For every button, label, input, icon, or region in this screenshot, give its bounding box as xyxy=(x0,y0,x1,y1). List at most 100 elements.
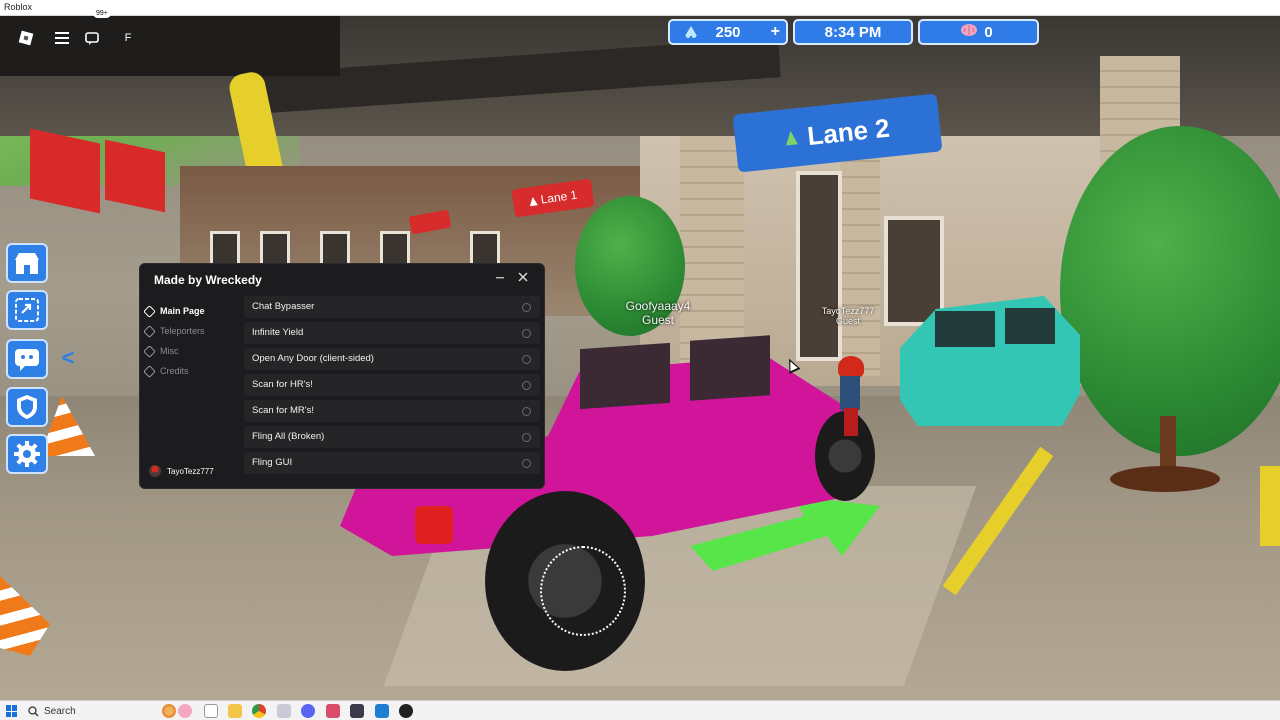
lane-1-label: Lane 1 xyxy=(539,187,579,207)
nav-main-page[interactable]: Main Page xyxy=(143,303,233,319)
open-any-door-button[interactable]: Open Any Door (client-sided) xyxy=(244,348,540,370)
scenery-awning xyxy=(30,128,100,214)
emote-button[interactable] xyxy=(6,339,48,379)
collapse-menu-button[interactable]: < xyxy=(56,347,80,369)
diamond-icon xyxy=(143,364,156,378)
panel-title: Made by Wreckedy xyxy=(154,273,262,287)
button-label: Open Any Door (client-sided) xyxy=(252,353,374,364)
gear-icon xyxy=(14,441,40,467)
diamond-icon xyxy=(143,344,156,358)
script-button-list: Chat Bypasser Infinite Yield Open Any Do… xyxy=(244,296,542,484)
clock-display: 8:34 PM xyxy=(793,19,913,45)
chat-badge: 99+ xyxy=(93,9,111,18)
settings-button[interactable] xyxy=(6,434,48,474)
hamburger-icon xyxy=(55,32,69,44)
widget-icon[interactable] xyxy=(162,704,176,718)
window-title: Roblox xyxy=(4,2,33,12)
diamond-icon xyxy=(143,324,156,338)
fling-all-button[interactable]: Fling All (Broken) xyxy=(244,426,540,448)
close-button[interactable] xyxy=(516,271,530,285)
panel-header[interactable]: Made by Wreckedy xyxy=(140,264,546,294)
button-label: Chat Bypasser xyxy=(252,301,315,312)
avatar-body xyxy=(840,376,860,410)
jeep-window xyxy=(690,335,770,401)
panel-sidebar: Main Page Teleporters Misc Credits TayoT… xyxy=(140,294,237,489)
minimize-button[interactable] xyxy=(493,271,507,285)
app-icon[interactable] xyxy=(326,704,340,718)
chat-face-icon xyxy=(15,349,39,371)
nav-label: Teleporters xyxy=(160,326,205,336)
discord-icon[interactable] xyxy=(301,704,315,718)
tap-icon xyxy=(522,381,531,390)
shortcut-icon xyxy=(15,298,39,322)
scenery-lane-line xyxy=(1260,466,1280,546)
arrow-up-icon xyxy=(784,130,799,146)
tap-icon xyxy=(522,407,531,416)
roblox-taskbar-icon[interactable] xyxy=(399,704,413,718)
window-titlebar: Roblox xyxy=(0,0,1280,16)
scenery-awning xyxy=(105,139,165,213)
scenery-door xyxy=(796,171,842,361)
button-label: Scan for MR's! xyxy=(252,405,314,416)
button-label: Fling All (Broken) xyxy=(252,431,325,442)
app-icon[interactable] xyxy=(350,704,364,718)
close-icon xyxy=(518,272,528,282)
teal-car-window xyxy=(935,311,995,347)
button-label: Infinite Yield xyxy=(252,327,304,338)
fling-gui-button[interactable]: Fling GUI xyxy=(244,452,540,474)
scan-mr-button[interactable]: Scan for MR's! xyxy=(244,400,540,422)
player-avatar[interactable] xyxy=(830,356,870,436)
widget-icon[interactable] xyxy=(178,704,192,718)
player-role: Guest xyxy=(835,316,860,326)
diamond-icon xyxy=(143,304,156,318)
button-label: Fling GUI xyxy=(252,457,293,468)
chat-bypasser-button[interactable]: Chat Bypasser xyxy=(244,296,540,318)
windows-start-icon[interactable] xyxy=(6,705,18,717)
brains-value: 0 xyxy=(984,23,993,41)
chat-button[interactable] xyxy=(78,24,106,52)
player-nametag: TayoTezz777 Guest xyxy=(810,306,886,326)
nav-teleporters[interactable]: Teleporters xyxy=(143,323,233,339)
file-explorer-icon[interactable] xyxy=(228,704,242,718)
user-info: TayoTezz777 xyxy=(149,463,235,479)
player-name: Goofyaaay4 xyxy=(625,299,691,313)
tap-icon xyxy=(522,355,531,364)
currency-counter: 250 + xyxy=(668,19,788,45)
nav-label: Misc xyxy=(160,346,179,356)
brains-counter: 0 xyxy=(918,19,1039,45)
windows-taskbar: Search xyxy=(0,700,1280,720)
hamburger-menu-button[interactable] xyxy=(48,24,76,52)
nav-label: Credits xyxy=(160,366,189,376)
tap-icon xyxy=(522,459,531,468)
minimize-icon xyxy=(496,277,504,279)
clock-time: 8:34 PM xyxy=(824,23,882,41)
scan-hr-button[interactable]: Scan for HR's! xyxy=(244,374,540,396)
taskbar-search[interactable]: Search xyxy=(28,703,148,719)
scenery-trunk-base xyxy=(1110,466,1220,492)
add-currency-button[interactable]: + xyxy=(771,23,780,41)
app-icon[interactable] xyxy=(277,704,291,718)
avatar-hair xyxy=(838,356,864,378)
jeep-window xyxy=(580,342,670,410)
nav-misc[interactable]: Misc xyxy=(143,343,233,359)
task-view-icon[interactable] xyxy=(204,704,218,718)
arrow-up-icon xyxy=(528,195,538,206)
security-button[interactable] xyxy=(6,387,48,427)
vscode-icon[interactable] xyxy=(375,704,389,718)
roblox-menu-button[interactable] xyxy=(12,24,40,52)
infinite-yield-button[interactable]: Infinite Yield xyxy=(244,322,540,344)
roblox-logo-icon xyxy=(18,30,34,46)
jeep-hubcap xyxy=(540,546,626,636)
f-key-button[interactable]: F xyxy=(114,24,142,52)
nav-credits[interactable]: Credits xyxy=(143,363,233,379)
chat-icon xyxy=(85,32,99,45)
search-icon xyxy=(28,705,39,716)
shop-button[interactable] xyxy=(6,243,48,283)
currency-value: 250 xyxy=(715,23,741,41)
f-key-label: F xyxy=(124,32,132,44)
shortcut-button[interactable] xyxy=(6,290,48,330)
scenery-door xyxy=(884,216,944,326)
chrome-icon[interactable] xyxy=(252,704,266,718)
player-nametag: Goofyaaay4 Guest xyxy=(606,299,710,327)
gem-icon xyxy=(682,23,700,44)
